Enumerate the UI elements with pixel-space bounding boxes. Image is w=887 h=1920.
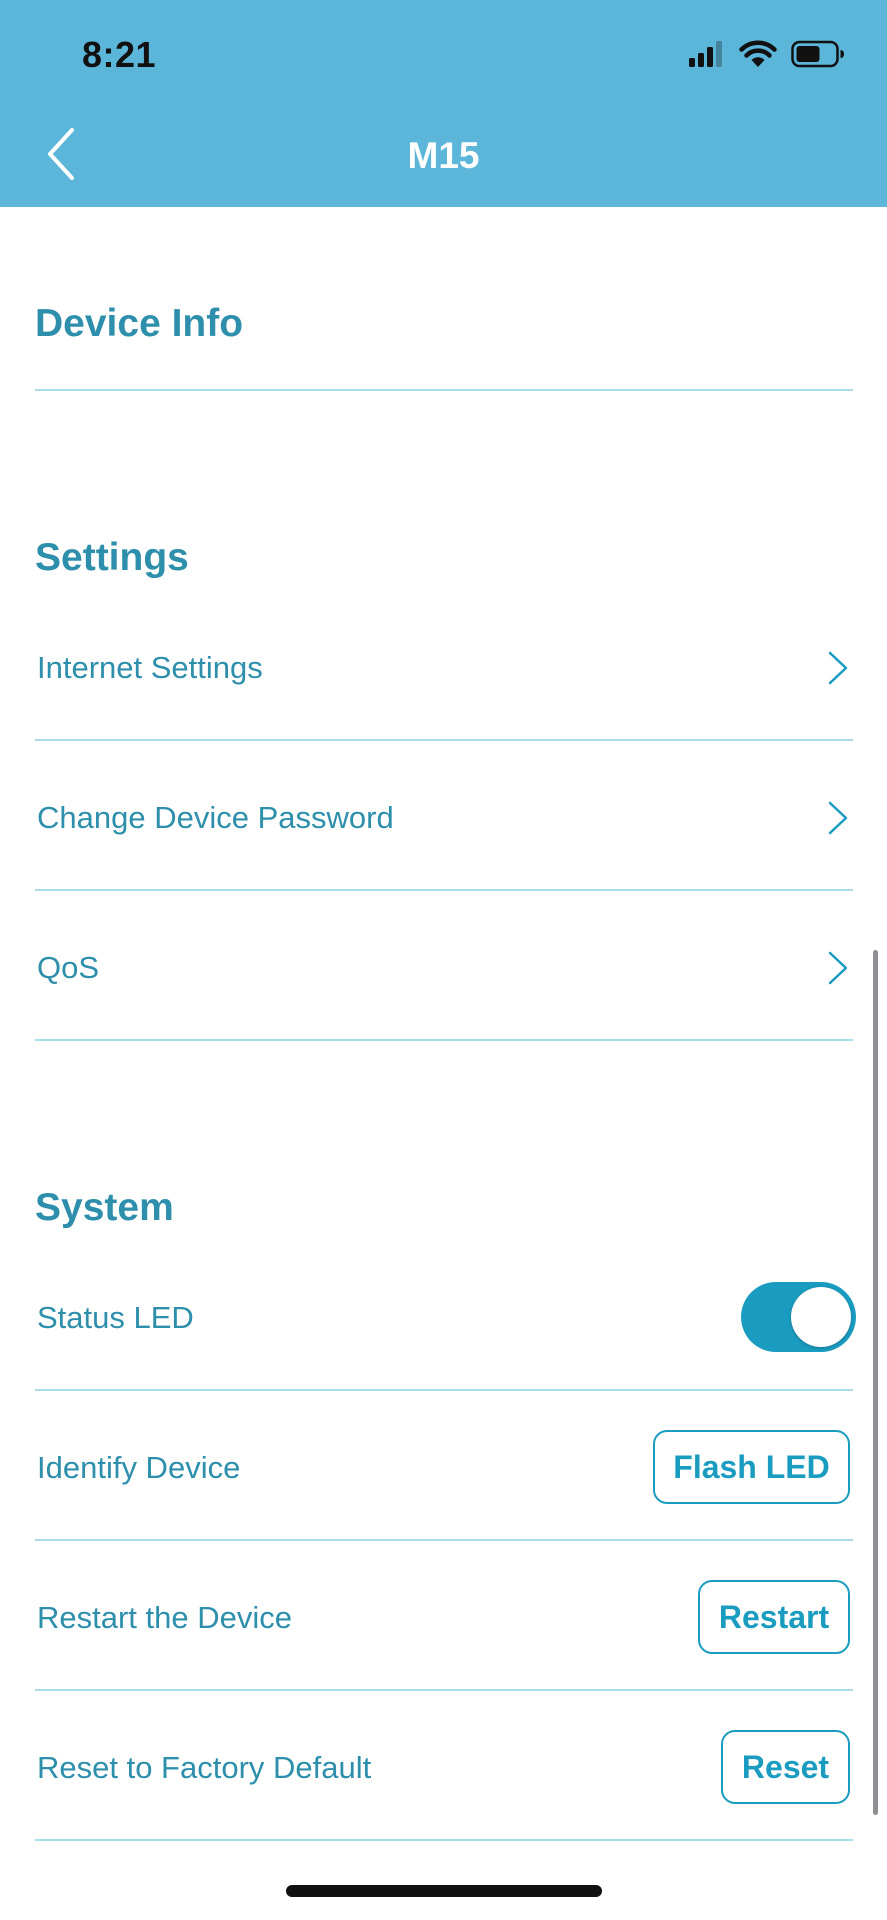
settings-item-label: Change Device Password [37, 800, 394, 835]
app-header: 8:21 M15 [0, 0, 887, 207]
section-title-settings: Settings [35, 536, 189, 579]
battery-icon [791, 40, 844, 68]
divider [35, 739, 853, 741]
flash-led-button[interactable]: Flash LED [653, 1430, 850, 1504]
page-title: M15 [407, 135, 480, 176]
divider [35, 889, 853, 891]
home-indicator[interactable] [286, 1885, 602, 1897]
divider [35, 1689, 853, 1691]
status-time: 8:21 [82, 34, 157, 75]
section-title-device-info[interactable]: Device Info [35, 302, 243, 346]
divider [35, 1389, 853, 1391]
chevron-right-icon [828, 651, 848, 685]
toggle-knob [791, 1287, 851, 1347]
chevron-right-icon [828, 801, 848, 835]
section-title-system: System [35, 1186, 174, 1229]
restart-button[interactable]: Restart [698, 1580, 850, 1654]
cellular-signal-icon [689, 41, 722, 67]
scroll-indicator[interactable] [873, 950, 878, 1815]
status-led-toggle[interactable] [741, 1282, 856, 1352]
status-led-label: Status LED [37, 1300, 194, 1335]
identify-device-label: Identify Device [37, 1450, 241, 1485]
wifi-icon [739, 40, 777, 67]
status-icons [689, 40, 845, 68]
settings-item-label: Internet Settings [37, 650, 263, 685]
reset-button[interactable]: Reset [721, 1730, 850, 1804]
divider [35, 1539, 853, 1541]
chevron-right-icon [828, 951, 848, 985]
factory-reset-label: Reset to Factory Default [37, 1750, 372, 1785]
divider [35, 389, 853, 391]
divider [35, 1039, 853, 1041]
restart-device-label: Restart the Device [37, 1600, 292, 1635]
divider [35, 1839, 853, 1841]
settings-item-label: QoS [37, 950, 100, 985]
